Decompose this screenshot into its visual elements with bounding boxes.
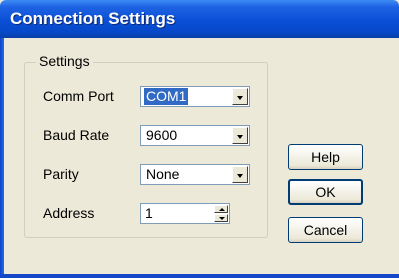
help-button[interactable]: Help	[288, 144, 363, 170]
connection-settings-dialog: Connection Settings Settings Comm Port C…	[0, 0, 399, 278]
ok-button[interactable]: OK	[288, 179, 363, 205]
parity-dropdown-button[interactable]	[232, 166, 248, 183]
chevron-down-icon	[237, 135, 243, 139]
spin-down-icon	[219, 217, 225, 220]
chevron-down-icon	[237, 96, 243, 100]
comm-port-select[interactable]: COM1	[140, 86, 250, 107]
spin-up-icon	[219, 208, 225, 211]
parity-value: None	[146, 166, 180, 182]
address-spin-buttons	[214, 205, 228, 222]
parity-label: Parity	[43, 166, 79, 182]
title-bar[interactable]: Connection Settings	[0, 0, 399, 38]
window-frame-left	[0, 38, 4, 278]
chevron-down-icon	[237, 174, 243, 178]
address-increment-button[interactable]	[214, 205, 228, 213]
address-value: 1	[145, 205, 153, 221]
cancel-button[interactable]: Cancel	[288, 217, 363, 243]
settings-group-label: Settings	[36, 53, 93, 69]
baud-rate-dropdown-button[interactable]	[232, 127, 248, 144]
address-label: Address	[43, 205, 95, 221]
window-title: Connection Settings	[10, 9, 176, 28]
address-spinner[interactable]: 1	[140, 203, 230, 224]
parity-select[interactable]: None	[140, 164, 250, 185]
baud-rate-select[interactable]: 9600	[140, 125, 250, 146]
window-frame-bottom	[0, 274, 399, 278]
address-decrement-button[interactable]	[214, 214, 228, 222]
comm-port-value: COM1	[144, 88, 189, 105]
comm-port-label: Comm Port	[43, 88, 114, 104]
comm-port-dropdown-button[interactable]	[232, 88, 248, 105]
baud-rate-label: Baud Rate	[43, 127, 110, 143]
baud-rate-value: 9600	[146, 127, 178, 143]
